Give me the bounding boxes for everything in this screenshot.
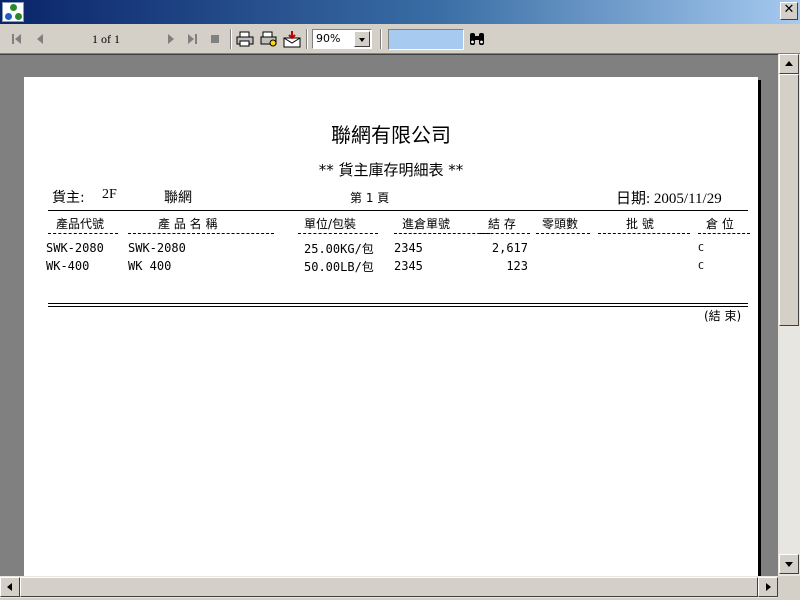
stop-icon — [211, 35, 219, 43]
last-page-button[interactable] — [184, 30, 202, 48]
column-header: 進倉單號 — [402, 217, 451, 231]
zoom-value: 90% — [316, 32, 341, 45]
chevron-down-icon[interactable] — [354, 31, 370, 47]
previous-page-button[interactable] — [32, 30, 50, 48]
vertical-scroll-thumb[interactable] — [779, 74, 799, 326]
balance-value: 2,617 — [491, 241, 528, 255]
footer-rule — [48, 306, 748, 307]
owner-label: 貨主: — [52, 190, 85, 206]
product-name: WK 400 — [128, 259, 172, 273]
unit-package: 25.00KG/包 — [304, 242, 374, 256]
product-code: SWK-2080 — [46, 241, 104, 255]
report-viewport: 聯網有限公司 ** 貨主庫存明細表 ** 貨主: 2F 聯網 第 1 頁 日期:… — [0, 54, 778, 576]
report-page: 聯網有限公司 ** 貨主庫存明細表 ** 貨主: 2F 聯網 第 1 頁 日期:… — [24, 77, 758, 576]
find-button[interactable] — [469, 32, 485, 46]
next-page-button[interactable] — [162, 30, 180, 48]
toolbar-separator — [380, 29, 382, 49]
unit-package: 50.00LB/包 — [304, 260, 374, 274]
column-underline — [48, 233, 118, 234]
column-header: 批 號 — [626, 217, 654, 231]
column-underline — [298, 233, 378, 234]
print-button[interactable] — [236, 30, 254, 48]
export-button[interactable] — [283, 30, 301, 48]
column-header: 產品代號 — [56, 217, 105, 231]
page-indicator: 1 of 1 — [92, 32, 120, 46]
printer-icon — [236, 31, 254, 47]
zoom-select[interactable]: 90% — [312, 29, 372, 49]
scroll-right-icon — [766, 583, 771, 591]
export-envelope-icon — [283, 31, 301, 48]
report-date: 日期: 2005/11/29 — [616, 191, 722, 207]
column-underline — [480, 233, 530, 234]
scroll-left-button[interactable] — [0, 577, 20, 597]
search-input[interactable] — [388, 29, 464, 50]
column-underline — [698, 233, 750, 234]
scroll-down-icon — [785, 562, 793, 567]
first-page-button[interactable] — [8, 30, 26, 48]
print-setup-button[interactable] — [260, 30, 278, 48]
toolbar-separator — [230, 29, 232, 49]
column-underline — [394, 233, 490, 234]
binoculars-icon — [470, 33, 484, 45]
column-header: 倉 位 — [706, 217, 734, 231]
product-name: SWK-2080 — [128, 241, 186, 255]
column-underline — [128, 233, 274, 234]
location-value: C — [698, 243, 705, 254]
scroll-up-button[interactable] — [779, 54, 799, 74]
footer-rule — [48, 303, 748, 304]
end-marker: (結 束) — [704, 309, 742, 323]
close-button[interactable]: ✕ — [780, 2, 798, 20]
balance-value: 123 — [506, 259, 528, 273]
column-underline — [598, 233, 690, 234]
product-code: WK-400 — [46, 259, 90, 273]
column-header: 單位/包裝 — [304, 217, 357, 231]
column-header: 結 存 — [488, 217, 516, 231]
viewer-toolbar: 1 of 1 90% — [0, 24, 800, 54]
header-rule — [48, 210, 748, 211]
column-header: 零頭數 — [542, 217, 579, 231]
stop-button[interactable] — [206, 30, 224, 48]
location-value: C — [698, 261, 705, 272]
first-page-icon — [12, 34, 14, 44]
horizontal-scrollbar[interactable] — [0, 576, 778, 598]
owner-code: 2F — [102, 187, 117, 202]
page-number: 第 1 頁 — [350, 191, 390, 205]
app-icon — [2, 2, 24, 22]
previous-page-icon — [37, 34, 43, 44]
receipt-number: 2345 — [394, 241, 423, 255]
company-name: 聯網有限公司 — [331, 123, 451, 147]
scroll-right-button[interactable] — [758, 577, 778, 597]
scroll-left-icon — [7, 583, 12, 591]
owner-name: 聯網 — [164, 190, 192, 206]
toolbar-separator — [306, 29, 308, 49]
report-title: ** 貨主庫存明細表 ** — [318, 161, 464, 179]
last-page-icon — [188, 34, 194, 44]
vertical-scrollbar[interactable] — [778, 54, 800, 576]
horizontal-scroll-thumb[interactable] — [20, 577, 758, 597]
scrollbar-corner — [778, 576, 800, 600]
scroll-down-button[interactable] — [779, 554, 799, 574]
scroll-up-icon — [785, 61, 793, 66]
title-bar: ✕ — [0, 0, 800, 24]
column-header: 產 品 名 稱 — [158, 217, 218, 231]
receipt-number: 2345 — [394, 259, 423, 273]
next-page-icon — [168, 34, 174, 44]
column-underline — [536, 233, 590, 234]
printer-setup-icon — [260, 31, 277, 47]
